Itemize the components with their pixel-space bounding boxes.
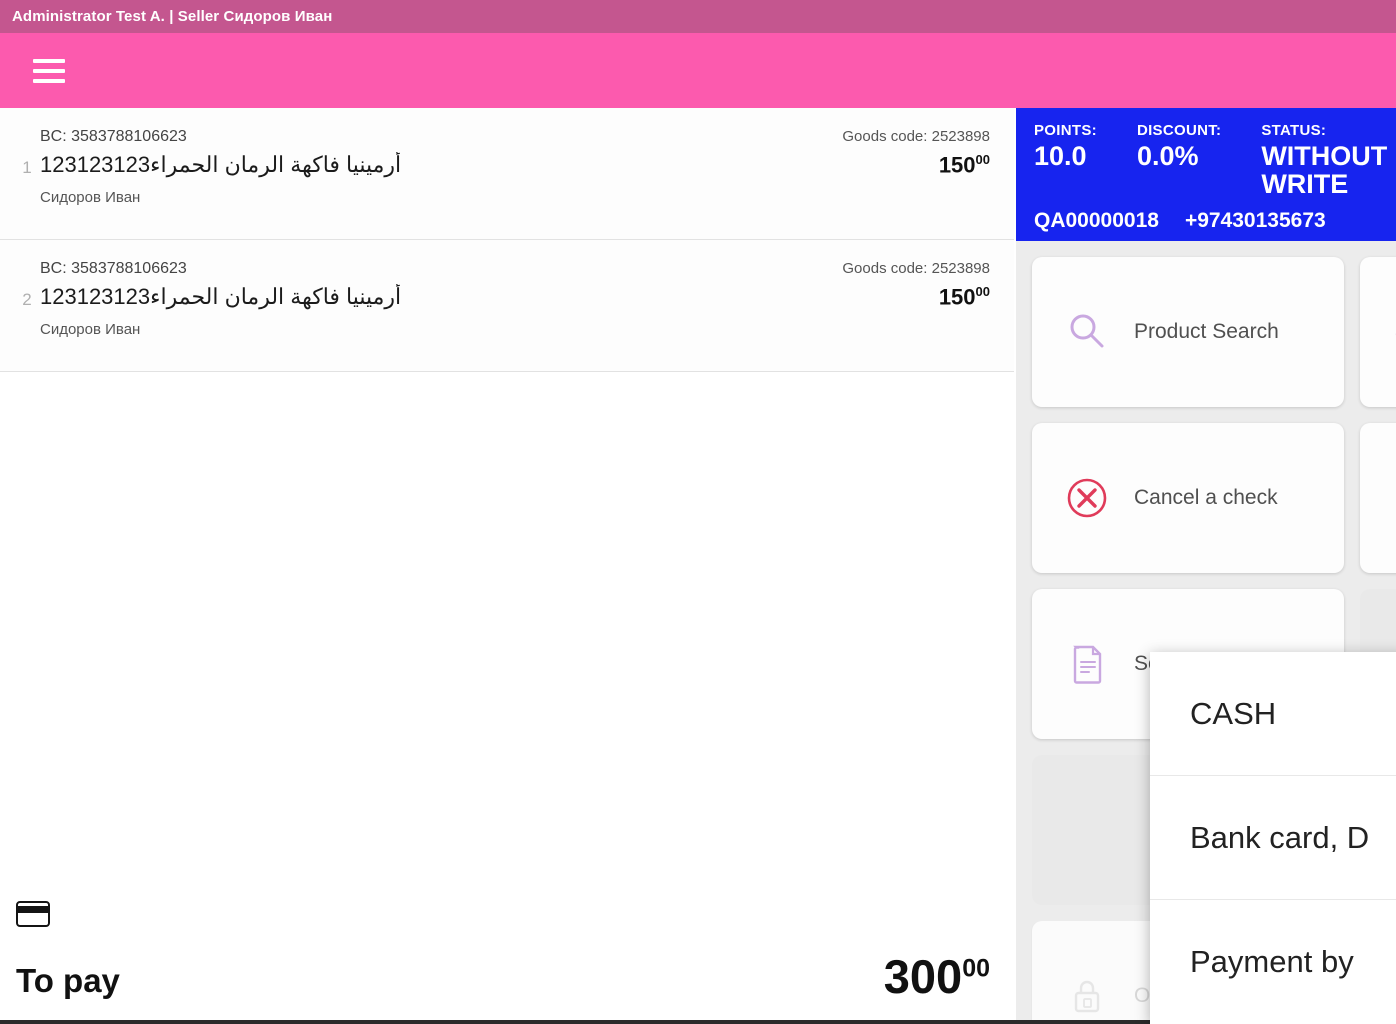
points-label: POINTS:: [1034, 122, 1097, 139]
total-amount: 30000: [884, 953, 990, 1000]
receipt-item-list: 1 BC: 3583788106623 Goods code: 2523898 …: [0, 108, 1014, 372]
payment-method-dropdown[interactable]: CASH Bank card, D Payment by: [1150, 652, 1396, 1024]
row-codes: BC: 3583788106623 Goods code: 2523898: [40, 128, 990, 146]
line-price-main: 150: [938, 284, 976, 310]
points-block: POINTS: 10.0: [1034, 122, 1097, 199]
row-content: BC: 3583788106623 Goods code: 2523898 أر…: [40, 260, 990, 338]
receipt-empty-area: [0, 372, 1014, 878]
to-pay-label: To pay: [16, 962, 120, 999]
line-price-cents: 00: [975, 284, 990, 299]
hamburger-menu-icon[interactable]: [33, 58, 65, 83]
goods-code-label: Goods code: 2523898: [842, 128, 990, 145]
tile-document-list[interactable]: [1360, 423, 1396, 573]
receipt-panel: 1 BC: 3583788106623 Goods code: 2523898 …: [0, 108, 1014, 1024]
tile-label: Product Search: [1134, 320, 1279, 344]
menu-item-bank-card[interactable]: Bank card, D: [1150, 776, 1396, 900]
hamburger-bar: [33, 58, 65, 63]
row-title-price: أرمينيا فاكهة الرمان الحمراء123123123 15…: [40, 284, 990, 310]
discount-block: DISCOUNT: 0.0%: [1137, 122, 1221, 199]
pos-application: Administrator Test A. | Seller Сидоров И…: [0, 0, 1396, 1024]
app-toolbar: [0, 33, 1396, 108]
customer-stats: POINTS: 10.0 DISCOUNT: 0.0% STATUS: WITH…: [1034, 122, 1396, 199]
user-context-bar: Administrator Test A. | Seller Сидоров И…: [0, 0, 1396, 33]
menu-item-payment-by[interactable]: Payment by: [1150, 900, 1396, 1024]
total-row: To pay 30000: [16, 953, 990, 1000]
row-index: 1: [22, 158, 32, 177]
customer-info-banner[interactable]: POINTS: 10.0 DISCOUNT: 0.0% STATUS: WITH…: [1016, 108, 1396, 241]
total-main: 300: [883, 950, 963, 1003]
card-stack-icon: [1390, 307, 1396, 357]
hamburger-bar: [33, 68, 65, 73]
row-title-price: أرمينيا فاكهة الرمان الحمراء123123123 15…: [40, 152, 990, 178]
row-codes: BC: 3583788106623 Goods code: 2523898: [40, 260, 990, 278]
points-value: 10.0: [1034, 141, 1087, 171]
hamburger-bar: [33, 78, 65, 83]
status-block: STATUS: WITHOUT WRITE: [1261, 122, 1396, 199]
line-price: 15000: [939, 284, 990, 310]
tile-product-search[interactable]: Product Search: [1032, 257, 1344, 407]
line-seller: Сидоров Иван: [40, 321, 141, 339]
product-name: أرمينيا فاكهة الرمان الحمراء123123123: [40, 284, 402, 310]
product-name: أرمينيا فاكهة الرمان الحمراء123123123: [40, 152, 402, 178]
discount-value: 0.0%: [1136, 141, 1199, 171]
line-price: 15000: [939, 152, 990, 178]
customer-card-number: QA00000018: [1034, 209, 1159, 232]
row-index: 2: [22, 290, 32, 309]
barcode-label: BC: 3583788106623: [40, 128, 187, 145]
tile-card-stack[interactable]: [1360, 257, 1396, 407]
credit-card-icon[interactable]: [16, 901, 50, 927]
discount-label: DISCOUNT:: [1136, 122, 1222, 139]
status-badge: WITHOUT WRITE: [1261, 141, 1388, 200]
total-cents: 00: [962, 954, 990, 983]
table-row[interactable]: 2 BC: 3583788106623 Goods code: 2523898 …: [0, 240, 1014, 372]
cancel-circle-icon: [1062, 473, 1112, 523]
lock-icon: [1062, 971, 1112, 1021]
tile-label: Cancel a check: [1134, 486, 1278, 510]
status-label: STATUS:: [1261, 122, 1327, 139]
row-content: BC: 3583788106623 Goods code: 2523898 أر…: [40, 128, 990, 206]
barcode-label: BC: 3583788106623: [40, 260, 187, 277]
goods-code-label: Goods code: 2523898: [842, 260, 990, 277]
customer-phone: +97430135673: [1184, 209, 1326, 232]
table-row[interactable]: 1 BC: 3583788106623 Goods code: 2523898 …: [0, 108, 1014, 240]
document-icon: [1062, 639, 1112, 689]
menu-item-cash[interactable]: CASH: [1150, 652, 1396, 776]
user-context-text: Administrator Test A. | Seller Сидоров И…: [12, 8, 333, 25]
search-icon: [1062, 307, 1112, 357]
line-price-cents: 00: [975, 152, 990, 167]
line-price-main: 150: [938, 152, 976, 178]
line-seller: Сидоров Иван: [40, 189, 141, 207]
receipt-footer: To pay 30000: [0, 878, 1014, 1024]
customer-identity: QA00000018 +97430135673: [1034, 209, 1326, 233]
document-list-icon: [1390, 473, 1396, 523]
tile-cancel-check[interactable]: Cancel a check: [1032, 423, 1344, 573]
